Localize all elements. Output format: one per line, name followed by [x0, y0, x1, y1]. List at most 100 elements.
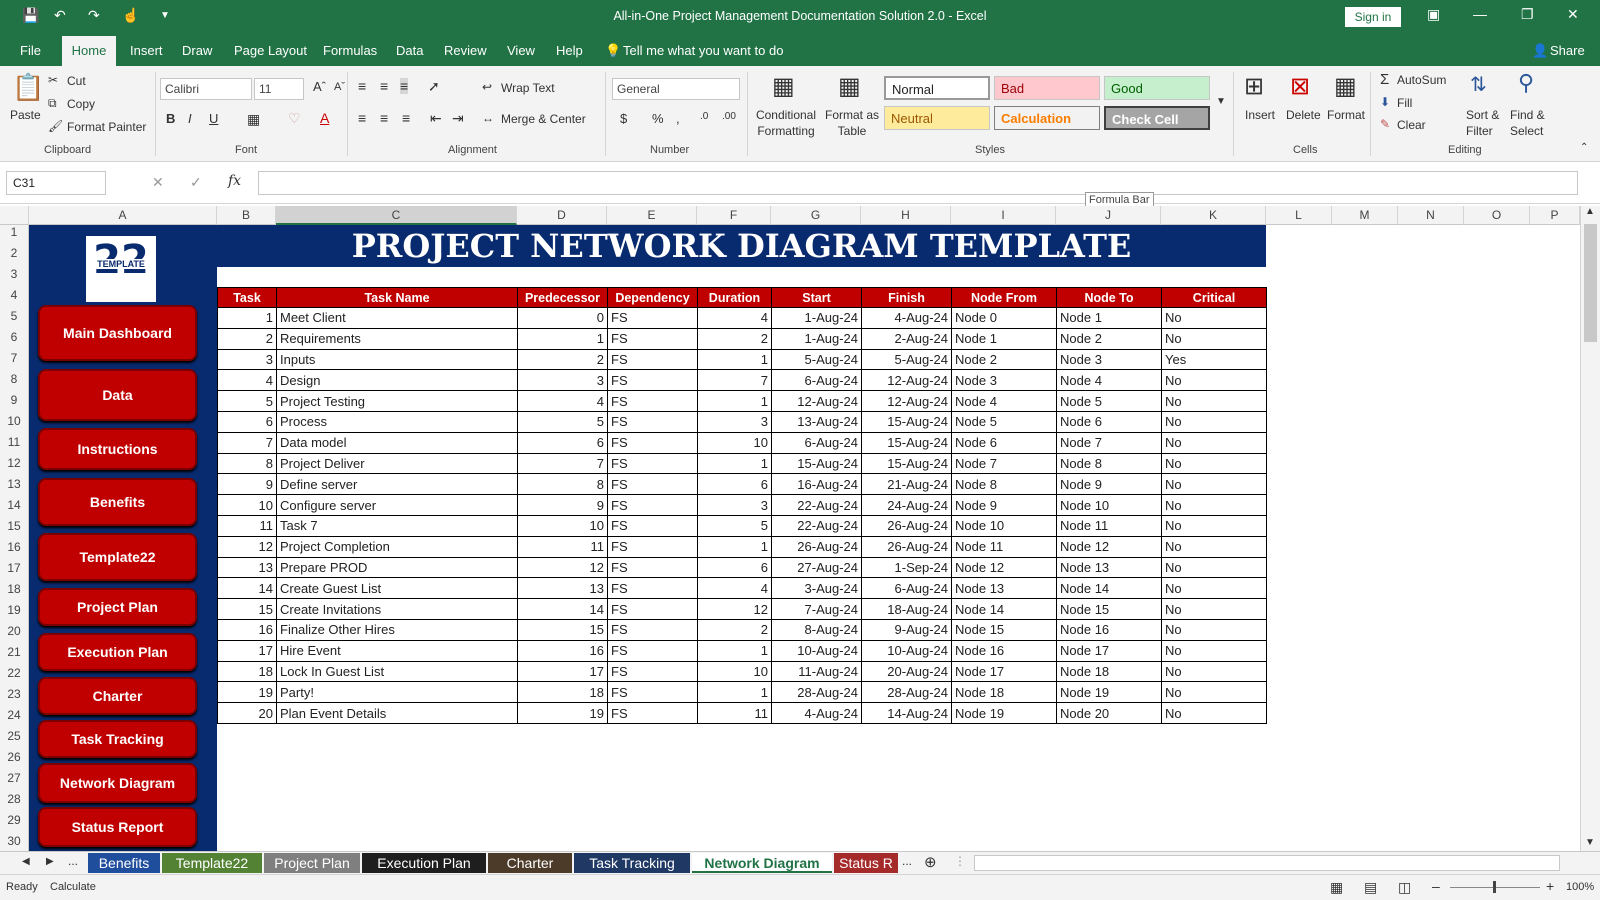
table-cell[interactable]: Configure server — [276, 494, 518, 516]
tab-review[interactable]: Review — [444, 43, 487, 58]
table-cell[interactable]: 4 — [697, 307, 772, 329]
table-cell[interactable]: 5-Aug-24 — [861, 348, 952, 371]
table-cell[interactable]: Node 10 — [951, 514, 1057, 537]
table-cell[interactable]: 13 — [517, 577, 608, 600]
table-cell[interactable]: 10 — [697, 660, 772, 683]
nav-main-dashboard[interactable]: Main Dashboard — [38, 305, 197, 361]
row-header[interactable]: 27 — [0, 771, 28, 785]
table-cell[interactable]: FS — [607, 681, 698, 704]
table-cell[interactable]: Project Deliver — [276, 452, 518, 475]
table-cell[interactable]: FS — [607, 660, 698, 683]
table-cell[interactable]: Lock In Guest List — [276, 660, 518, 683]
table-cell[interactable]: 11 — [697, 702, 772, 724]
row-header[interactable]: 22 — [0, 666, 28, 680]
conditional-formatting-button[interactable]: Conditional Formatting — [750, 107, 822, 139]
tab-view[interactable]: View — [507, 43, 535, 58]
row-header[interactable]: 10 — [0, 414, 28, 428]
table-cell[interactable]: 6 — [697, 556, 772, 579]
table-cell[interactable]: Node 15 — [1056, 598, 1162, 620]
table-cell[interactable]: 2 — [697, 618, 772, 641]
table-cell[interactable]: Project Completion — [276, 535, 518, 558]
table-cell[interactable]: 16-Aug-24 — [771, 473, 862, 496]
insert-cells-button[interactable]: Insert — [1245, 108, 1275, 122]
table-cell[interactable]: 28-Aug-24 — [771, 681, 862, 704]
table-cell[interactable]: 26-Aug-24 — [771, 535, 862, 558]
table-cell[interactable]: Node 10 — [1056, 494, 1162, 516]
table-cell[interactable]: 15-Aug-24 — [771, 452, 862, 475]
column-header[interactable]: D — [517, 206, 607, 225]
close-icon[interactable]: ✕ — [1567, 6, 1579, 23]
column-header[interactable]: I — [951, 206, 1056, 225]
table-cell[interactable]: FS — [607, 410, 698, 433]
table-cell[interactable]: 15 — [217, 598, 277, 620]
row-header[interactable]: 12 — [0, 456, 28, 470]
table-cell[interactable]: 7 — [517, 452, 608, 475]
currency-icon[interactable]: $ — [620, 111, 627, 126]
table-cell[interactable]: FS — [607, 702, 698, 724]
table-cell[interactable]: Design — [276, 369, 518, 392]
scroll-up-icon[interactable]: ▲ — [1585, 206, 1595, 217]
table-cell[interactable]: Create Guest List — [276, 577, 518, 600]
tab-formulas[interactable]: Formulas — [323, 43, 377, 58]
table-cell[interactable]: 12-Aug-24 — [861, 390, 952, 412]
table-cell[interactable]: Node 0 — [951, 307, 1057, 329]
table-cell[interactable]: Yes — [1161, 348, 1267, 371]
column-header[interactable]: M — [1332, 206, 1398, 225]
fill-color-icon[interactable]: ♡ — [288, 110, 301, 127]
table-cell[interactable]: 16 — [517, 639, 608, 662]
sheet-tab-template22[interactable]: Template22 — [162, 853, 262, 873]
table-cell[interactable]: 8 — [217, 452, 277, 475]
table-cell[interactable]: 10 — [697, 431, 772, 454]
scrollbar-thumb[interactable] — [1584, 224, 1597, 342]
clear-button[interactable]: Clear — [1397, 118, 1426, 132]
row-header[interactable]: 19 — [0, 603, 28, 617]
zoom-in-icon[interactable]: + — [1546, 878, 1554, 894]
row-header[interactable]: 24 — [0, 708, 28, 722]
table-cell[interactable]: 1 — [697, 535, 772, 558]
table-cell[interactable]: 9 — [517, 494, 608, 516]
table-cell[interactable]: Node 20 — [1056, 702, 1162, 724]
table-cell[interactable]: 1 — [697, 681, 772, 704]
row-header[interactable]: 25 — [0, 729, 28, 743]
style-check-cell[interactable]: Check Cell — [1104, 106, 1210, 130]
table-cell[interactable]: Node 4 — [951, 390, 1057, 412]
table-cell[interactable]: 1 — [697, 390, 772, 412]
table-cell[interactable]: Node 9 — [1056, 473, 1162, 496]
table-cell[interactable]: FS — [607, 390, 698, 412]
table-cell[interactable]: 18 — [217, 660, 277, 683]
style-bad[interactable]: Bad — [994, 76, 1100, 100]
table-cell[interactable]: FS — [607, 639, 698, 662]
table-cell[interactable]: Project Testing — [276, 390, 518, 412]
table-cell[interactable]: Node 6 — [951, 431, 1057, 454]
sign-in-button[interactable]: Sign in — [1345, 7, 1401, 27]
nav-network-diagram[interactable]: Network Diagram — [38, 763, 197, 803]
nav-execution-plan[interactable]: Execution Plan — [38, 633, 197, 671]
table-cell[interactable]: Meet Client — [276, 307, 518, 329]
table-cell[interactable]: 3 — [217, 348, 277, 371]
table-cell[interactable]: 2-Aug-24 — [861, 327, 952, 350]
formula-input[interactable] — [258, 171, 1578, 195]
number-format-dropdown[interactable]: General — [612, 78, 740, 100]
tab-draw[interactable]: Draw — [182, 43, 212, 58]
table-cell[interactable]: Party! — [276, 681, 518, 704]
table-cell[interactable]: Node 5 — [1056, 390, 1162, 412]
insert-function-icon[interactable]: fx — [228, 173, 241, 189]
format-cells-button[interactable]: Format — [1327, 108, 1365, 122]
table-cell[interactable]: Node 9 — [951, 494, 1057, 516]
find-select-button[interactable]: Find & Select — [1510, 107, 1554, 139]
row-header[interactable]: 14 — [0, 498, 28, 512]
table-cell[interactable]: FS — [607, 618, 698, 641]
column-header[interactable]: O — [1464, 206, 1530, 225]
page-layout-view-icon[interactable]: ▤ — [1364, 879, 1377, 896]
normal-view-icon[interactable]: ▦ — [1330, 879, 1343, 896]
table-cell[interactable]: Node 5 — [951, 410, 1057, 433]
table-cell[interactable]: Node 7 — [1056, 431, 1162, 454]
percent-icon[interactable]: % — [652, 111, 664, 126]
table-cell[interactable]: No — [1161, 307, 1267, 329]
nav-task-tracking[interactable]: Task Tracking — [38, 720, 197, 758]
table-cell[interactable]: No — [1161, 452, 1267, 475]
table-cell[interactable]: Task 7 — [276, 514, 518, 537]
table-cell[interactable]: 10 — [217, 494, 277, 516]
sheet-tab-network-diagram[interactable]: Network Diagram — [692, 853, 832, 873]
table-cell[interactable]: 20 — [217, 702, 277, 724]
